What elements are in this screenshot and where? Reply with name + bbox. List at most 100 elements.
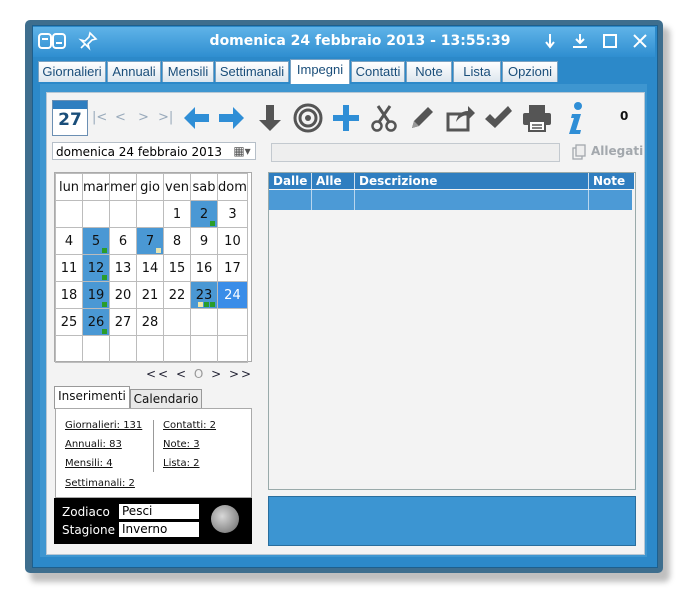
- calendar-day[interactable]: 17: [217, 254, 248, 282]
- info-icon[interactable]: [560, 100, 592, 136]
- calendar-day[interactable]: 21: [136, 281, 165, 309]
- minimize-icon[interactable]: [571, 32, 589, 54]
- calendar-day[interactable]: 7: [136, 227, 165, 255]
- calendar-empty-cell: [217, 308, 248, 336]
- calendar-day[interactable]: 18: [55, 281, 83, 309]
- tab-note[interactable]: Note: [406, 61, 452, 82]
- link-settimanali[interactable]: Settimanali: 2: [65, 478, 135, 489]
- calendar-day[interactable]: 15: [163, 254, 192, 282]
- calendar-day[interactable]: 16: [190, 254, 219, 282]
- check-icon[interactable]: [482, 100, 514, 136]
- zodiac-value: Pesci: [119, 504, 199, 519]
- close-icon[interactable]: [631, 32, 649, 54]
- calendar-day[interactable]: 26: [82, 308, 110, 336]
- attachments-label[interactable]: Allegati: [591, 144, 643, 158]
- calendar-icon[interactable]: 27: [52, 100, 88, 136]
- link-mensili[interactable]: Mensili: 4: [65, 458, 113, 469]
- calendar-day[interactable]: 8: [163, 227, 192, 255]
- pin-icon[interactable]: [78, 31, 98, 55]
- prev-month-button[interactable]: <: [176, 367, 188, 381]
- calendar-empty-cell: [108, 200, 138, 228]
- row-cell-divider: [311, 190, 312, 210]
- calendar-day[interactable]: 11: [55, 254, 83, 282]
- tab-calendario[interactable]: Calendario: [130, 389, 202, 408]
- weekday-header: dom: [217, 173, 248, 201]
- event-marker: [204, 302, 210, 307]
- calendar-day[interactable]: 19: [82, 281, 110, 309]
- link-annuali[interactable]: Annuali: 83: [65, 439, 122, 450]
- calendar-empty-cell: [55, 335, 83, 363]
- target-icon[interactable]: [292, 100, 324, 136]
- calendar-day[interactable]: 6: [108, 227, 138, 255]
- last-icon[interactable]: >|: [158, 110, 173, 125]
- calendar-day[interactable]: 12: [82, 254, 110, 282]
- calendar-day[interactable]: 28: [136, 308, 165, 336]
- tab-lista[interactable]: Lista: [453, 61, 501, 82]
- calendar-day[interactable]: 25: [55, 308, 83, 336]
- printer-icon[interactable]: [520, 100, 552, 136]
- calendar-day[interactable]: 13: [108, 254, 138, 282]
- link-note[interactable]: Note: 3: [163, 439, 200, 450]
- arrow-down-icon[interactable]: [254, 100, 286, 136]
- link-giornalieri[interactable]: Giornalieri: 131: [65, 420, 142, 431]
- appointments-table: [268, 172, 636, 490]
- app-logo-icon: [38, 31, 68, 55]
- link-contatti[interactable]: Contatti: 2: [163, 420, 216, 431]
- date-select[interactable]: domenica 24 febbraio 2013: [52, 142, 256, 160]
- inserimenti-divider: [153, 420, 154, 472]
- calendar-day[interactable]: 22: [163, 281, 192, 309]
- tab-giornalieri[interactable]: Giornalieri: [38, 61, 106, 82]
- table-row[interactable]: [269, 190, 632, 210]
- calendar-navigation: << < O > >>: [146, 367, 253, 381]
- calendar-dropdown-icon[interactable]: ▦▾: [228, 142, 256, 160]
- calendar-day[interactable]: 27: [108, 308, 138, 336]
- calendar-day[interactable]: 24: [217, 281, 248, 309]
- weekday-header: sab: [190, 173, 219, 201]
- tab-annuali[interactable]: Annuali: [107, 61, 161, 82]
- tab-mensili[interactable]: Mensili: [162, 61, 214, 82]
- column-header-descrizione[interactable]: Descrizione: [355, 173, 589, 189]
- column-header-dalle[interactable]: Dalle: [269, 173, 312, 189]
- moon-phase-icon: [211, 505, 239, 533]
- tab-impegni[interactable]: Impegni: [290, 59, 350, 84]
- calendar-day[interactable]: 14: [136, 254, 165, 282]
- calendar-day[interactable]: 4: [55, 227, 83, 255]
- appointment-count: 0: [620, 109, 629, 123]
- tab-inserimenti[interactable]: Inserimenti: [54, 386, 130, 409]
- maximize-icon[interactable]: [601, 32, 619, 54]
- calendar-day[interactable]: 5: [82, 227, 110, 255]
- last-month-button[interactable]: >>: [229, 367, 253, 381]
- event-marker: [102, 275, 107, 280]
- download-arrow-icon[interactable]: [543, 32, 557, 54]
- arrow-right-icon[interactable]: [216, 100, 248, 136]
- calendar-day[interactable]: 9: [190, 227, 219, 255]
- zodiac-label: Zodiaco: [62, 505, 110, 519]
- arrow-left-icon[interactable]: [180, 100, 212, 136]
- attachment-field[interactable]: [271, 143, 560, 162]
- next-icon[interactable]: >: [138, 110, 149, 125]
- calendar-day[interactable]: 2: [190, 200, 219, 228]
- tab-opzioni[interactable]: Opzioni: [502, 61, 558, 82]
- share-icon[interactable]: [444, 100, 476, 136]
- calendar-day[interactable]: 23: [190, 281, 219, 309]
- calendar-day[interactable]: 1: [163, 200, 192, 228]
- next-month-button[interactable]: >: [211, 367, 223, 381]
- calendar-day[interactable]: 10: [217, 227, 248, 255]
- link-lista[interactable]: Lista: 2: [163, 458, 200, 469]
- tab-contatti[interactable]: Contatti: [351, 61, 405, 82]
- scissors-icon[interactable]: [368, 100, 400, 136]
- calendar-day[interactable]: 3: [217, 200, 248, 228]
- column-header-alle[interactable]: Alle: [312, 173, 355, 189]
- appointment-detail-area[interactable]: [268, 496, 636, 546]
- calendar-day[interactable]: 20: [108, 281, 138, 309]
- row-cell-divider: [354, 190, 355, 210]
- first-icon[interactable]: |<: [92, 110, 107, 125]
- pencil-icon[interactable]: [406, 100, 438, 136]
- plus-icon[interactable]: [330, 100, 362, 136]
- prev-icon[interactable]: <: [115, 110, 126, 125]
- today-button[interactable]: O: [194, 367, 205, 381]
- first-month-button[interactable]: <<: [146, 367, 170, 381]
- attachment-icon[interactable]: [571, 144, 587, 164]
- tab-settimanali[interactable]: Settimanali: [215, 61, 289, 82]
- column-header-note[interactable]: Note: [589, 173, 632, 189]
